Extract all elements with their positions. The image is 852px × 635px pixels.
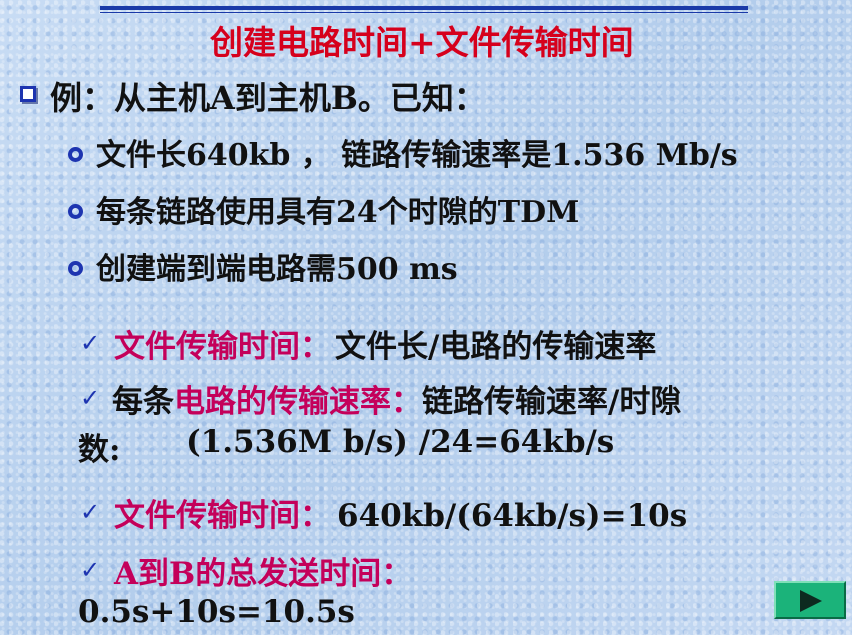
step-2: 每条电路的传输速率：链路传输速率/时隙: [112, 376, 681, 421]
step-2-label: 电路的传输速率：: [174, 384, 422, 420]
ring-bullet-icon: [68, 204, 83, 219]
top-rule-thin: [100, 12, 748, 13]
step-2-formula: (1.536M b/s) /24=64kb/s: [186, 424, 615, 460]
ring-bullet-icon: [68, 147, 83, 162]
step-3: 文件传输时间： 640kb/(64kb/s)=10s: [114, 490, 687, 535]
check-icon: ✓: [80, 384, 101, 412]
play-next-icon: [800, 590, 822, 612]
step-1-label: 文件传输时间：: [114, 329, 331, 365]
step-1: 文件传输时间： 文件长/电路的传输速率: [114, 321, 656, 366]
step-3-label: 文件传输时间：: [114, 498, 331, 534]
given-item: 文件长640kb ， 链路传输速率是1.536 Mb/s: [96, 138, 738, 173]
ring-bullet-icon: [68, 261, 83, 276]
step-1-text: 文件长/电路的传输速率: [335, 329, 657, 365]
top-rule: [100, 6, 748, 10]
step-2-prefix: 每条: [112, 384, 174, 420]
step-4-result: 0.5s+10s=10.5s: [78, 594, 355, 630]
square-bullet-icon: [20, 86, 36, 102]
check-icon: ✓: [80, 498, 101, 526]
given-item: 创建端到端电路需500 ms: [96, 252, 458, 287]
step-2-text: 链路传输速率/时隙: [422, 384, 682, 420]
next-slide-button[interactable]: [774, 581, 846, 619]
step-3-text: 640kb/(64kb/s)=10s: [337, 498, 688, 534]
check-icon: ✓: [80, 556, 101, 584]
step-4-label: A到B的总发送时间：: [114, 556, 413, 592]
slide-title: 创建电路时间+文件传输时间: [210, 23, 634, 62]
example-intro: 例：从主机A到主机B。已知：: [50, 79, 486, 117]
step-2-continuation: 数:: [78, 432, 121, 468]
check-icon: ✓: [80, 329, 101, 357]
given-item: 每条链路使用具有24个时隙的TDM: [96, 195, 580, 230]
